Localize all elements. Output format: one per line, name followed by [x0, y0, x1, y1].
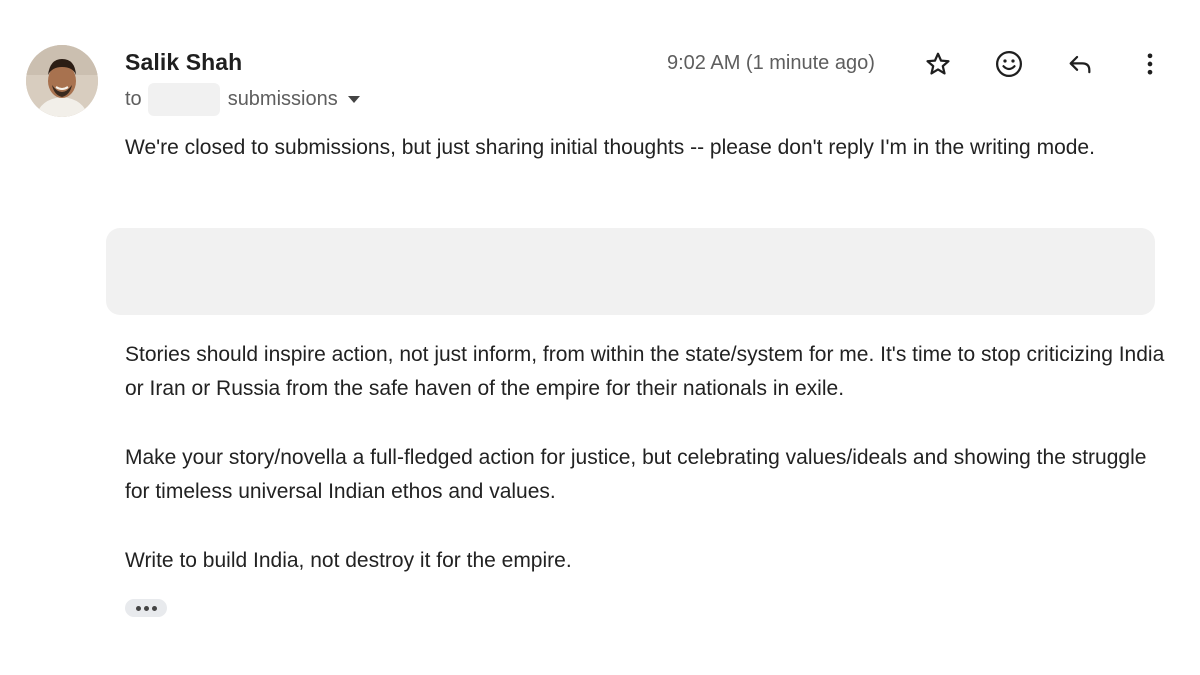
avatar-photo: [26, 45, 98, 117]
show-trimmed-content-button[interactable]: [125, 599, 167, 617]
add-reaction-button[interactable]: [989, 44, 1029, 84]
star-icon: [926, 52, 950, 75]
reply-button[interactable]: [1060, 44, 1100, 84]
body-paragraph: We're closed to submissions, but just sh…: [125, 136, 1095, 159]
email-message: Salik Shah to submissions 9:02 AM (1 min…: [0, 0, 1200, 675]
timestamp: 9:02 AM (1 minute ago): [667, 52, 875, 74]
redacted-content-block: [106, 228, 1155, 315]
ellipsis-dot: [143, 605, 149, 611]
sender-avatar[interactable]: [26, 45, 98, 117]
ellipsis-dot: [151, 605, 157, 611]
body-paragraph: Make your story/novella a full-fledged a…: [125, 446, 1147, 503]
ellipsis-dot: [135, 605, 141, 611]
emoji-reaction-icon: [996, 51, 1022, 77]
redacted-recipient: [147, 82, 220, 116]
more-options-button[interactable]: [1130, 44, 1170, 84]
body-paragraph: Write to build India, not destroy it for…: [125, 549, 572, 572]
recipient-name: submissions: [227, 87, 338, 110]
recipient-details-caret-icon[interactable]: [347, 95, 360, 103]
body-paragraph: Stories should inspire action, not just …: [125, 343, 1165, 400]
more-vertical-icon: [1147, 53, 1153, 75]
sender-name[interactable]: Salik Shah: [125, 49, 242, 76]
reply-icon: [1069, 55, 1091, 74]
to-label: to: [125, 87, 142, 110]
star-button[interactable]: [918, 44, 958, 84]
recipient-line: to submissions: [125, 82, 360, 116]
